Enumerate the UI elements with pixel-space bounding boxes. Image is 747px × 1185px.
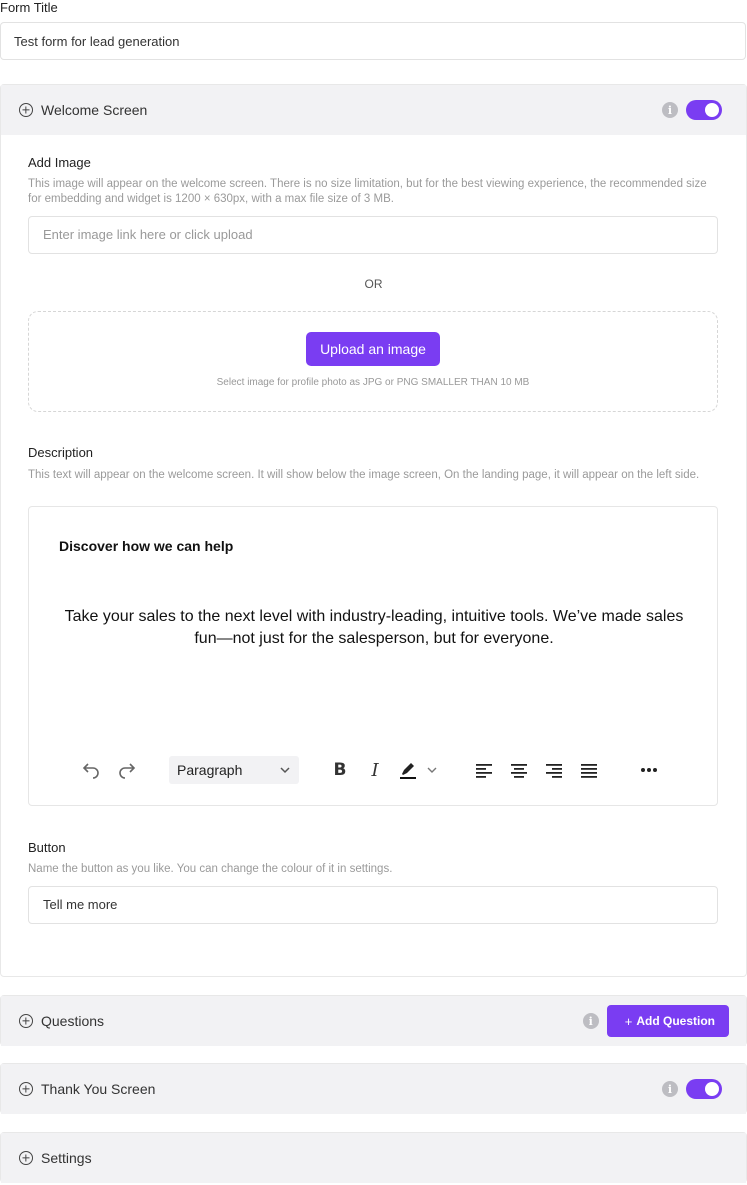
plus-icon: + xyxy=(624,1013,633,1029)
form-title-label: Form Title xyxy=(0,0,58,15)
description-help: This text will appear on the welcome scr… xyxy=(28,469,700,481)
button-help: Name the button as you like. You can cha… xyxy=(28,863,393,875)
button-text-input[interactable]: Tell me more xyxy=(28,886,718,924)
highlight-icon[interactable] xyxy=(397,751,419,789)
expand-plus-icon[interactable] xyxy=(19,103,33,117)
thank-you-section-header[interactable]: Thank You Screen i xyxy=(1,1064,746,1114)
editor-toolbar: Paragraph B I xyxy=(61,751,685,789)
align-right-icon[interactable] xyxy=(543,751,565,789)
add-question-label: Add Question xyxy=(636,1014,715,1028)
settings-section-header[interactable]: Settings xyxy=(1,1133,746,1183)
upload-dropzone[interactable]: Upload an image Select image for profile… xyxy=(28,311,718,412)
button-label: Button xyxy=(28,840,66,855)
info-icon[interactable]: i xyxy=(582,1013,599,1029)
thank-you-section: Thank You Screen i xyxy=(0,1063,747,1114)
expand-plus-icon[interactable] xyxy=(19,1082,33,1096)
expand-plus-icon[interactable] xyxy=(19,1014,33,1028)
image-link-input[interactable]: Enter image link here or click upload xyxy=(28,216,718,254)
questions-section: Questions i + Add Question xyxy=(0,995,747,1046)
welcome-section-header[interactable]: Welcome Screen i xyxy=(1,85,746,135)
justify-icon[interactable] xyxy=(578,751,600,789)
thank-you-toggle[interactable] xyxy=(686,1079,722,1099)
more-icon[interactable] xyxy=(637,751,661,789)
description-label: Description xyxy=(28,445,94,460)
align-left-icon[interactable] xyxy=(473,751,495,789)
add-image-label: Add Image xyxy=(28,155,91,170)
align-center-icon[interactable] xyxy=(508,751,530,789)
undo-icon[interactable] xyxy=(79,751,103,789)
welcome-toggle[interactable] xyxy=(686,100,722,120)
info-icon[interactable]: i xyxy=(662,102,678,118)
upload-image-button[interactable]: Upload an image xyxy=(306,332,440,366)
questions-section-header[interactable]: Questions i + Add Question xyxy=(1,996,746,1046)
info-icon[interactable]: i xyxy=(662,1081,678,1097)
or-divider: OR xyxy=(364,277,383,291)
highlight-chevron-icon[interactable] xyxy=(425,751,439,789)
block-format-select[interactable]: Paragraph xyxy=(169,756,299,784)
description-editor[interactable]: Discover how we can help Take your sales… xyxy=(28,506,718,806)
settings-section-title: Settings xyxy=(41,1150,92,1166)
form-title-input[interactable]: Test form for lead generation xyxy=(0,22,746,60)
bold-icon[interactable]: B xyxy=(329,751,351,789)
questions-section-title: Questions xyxy=(41,1013,105,1029)
settings-section: Settings xyxy=(0,1132,747,1183)
editor-heading[interactable]: Discover how we can help xyxy=(59,538,233,554)
redo-icon[interactable] xyxy=(115,751,139,789)
chevron-down-icon xyxy=(279,764,291,776)
editor-body-text[interactable]: Take your sales to the next level with i… xyxy=(59,606,689,650)
welcome-section-title: Welcome Screen xyxy=(41,102,148,118)
add-question-button[interactable]: + Add Question xyxy=(606,1005,729,1037)
upload-hint: Select image for profile photo as JPG or… xyxy=(216,377,530,388)
expand-plus-icon[interactable] xyxy=(19,1151,33,1165)
thank-you-section-title: Thank You Screen xyxy=(41,1081,156,1097)
italic-icon[interactable]: I xyxy=(365,751,385,789)
add-image-help: This image will appear on the welcome sc… xyxy=(28,178,707,205)
block-format-value: Paragraph xyxy=(177,762,243,778)
